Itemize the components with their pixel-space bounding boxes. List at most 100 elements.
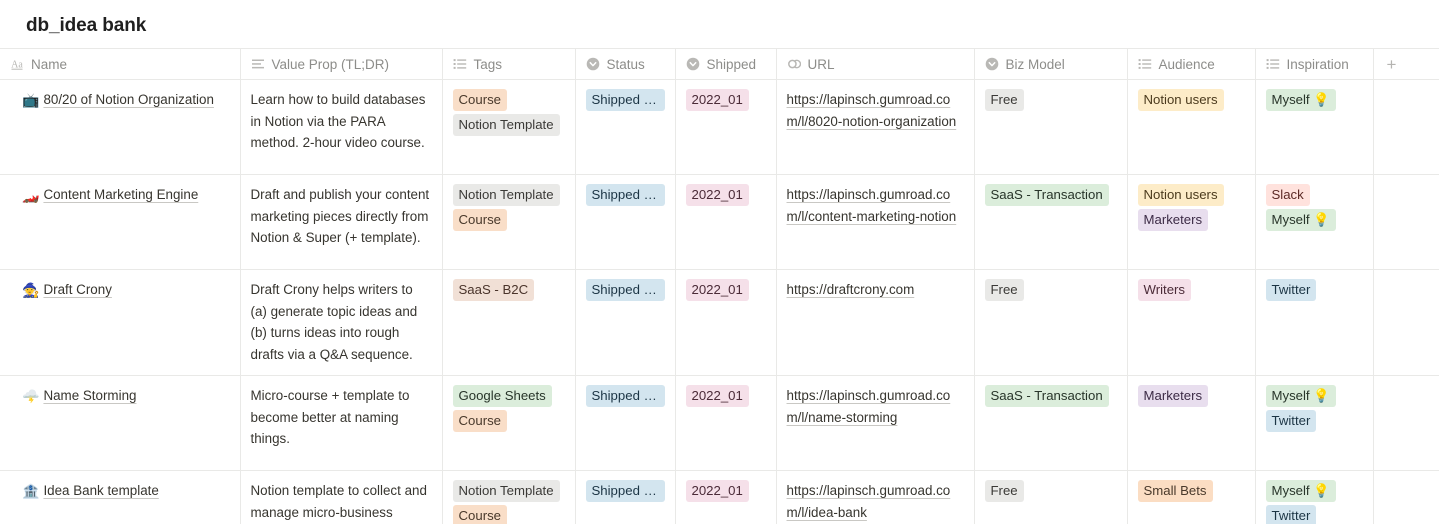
- pill-tag[interactable]: 2022_01: [686, 89, 749, 111]
- cell-audience[interactable]: Marketers: [1127, 376, 1255, 471]
- cell-shipped[interactable]: 2022_01: [675, 175, 776, 270]
- pill-tag[interactable]: Slack: [1266, 184, 1310, 206]
- cell-status[interactable]: Shipped 🚢: [576, 80, 675, 174]
- cell-shipped[interactable]: 2022_01: [676, 80, 776, 174]
- table-row[interactable]: 🌩️Name StormingMicro-course + template t…: [0, 376, 1439, 471]
- pill-tag[interactable]: Writers: [1138, 279, 1192, 301]
- cell-url[interactable]: https://lapinsch.gumroad.com/l/content-m…: [776, 175, 974, 270]
- cell-url[interactable]: https://draftcrony.com: [776, 270, 974, 376]
- pill-tag[interactable]: Free: [985, 89, 1024, 111]
- cell-url[interactable]: https://lapinsch.gumroad.com/l/name-stor…: [776, 376, 974, 471]
- pill-tag[interactable]: Myself 💡: [1266, 480, 1336, 502]
- cell-url[interactable]: https://lapinsch.gumroad.com/l/idea-bank: [776, 471, 974, 524]
- cell-inspiration[interactable]: Myself 💡: [1255, 80, 1373, 175]
- cell-status[interactable]: Shipped 🚢: [576, 175, 675, 251]
- cell-audience[interactable]: Marketers: [1128, 376, 1255, 452]
- pill-tag[interactable]: Free: [985, 480, 1024, 502]
- row-name-link[interactable]: Idea Bank template: [43, 483, 158, 498]
- pill-tag[interactable]: 2022_01: [686, 480, 749, 502]
- cell-status[interactable]: Shipped 🚢: [575, 80, 675, 175]
- column-header-audience[interactable]: Audience: [1127, 49, 1255, 80]
- pill-tag[interactable]: SaaS - Transaction: [985, 184, 1109, 206]
- pill-tag[interactable]: Course: [453, 505, 508, 524]
- url-link[interactable]: https://lapinsch.gumroad.com/l/content-m…: [787, 187, 957, 224]
- cell-tags[interactable]: Notion TemplateCourse: [442, 471, 575, 524]
- column-header-url[interactable]: URL: [776, 49, 974, 80]
- pill-tag[interactable]: Notion Template: [453, 114, 560, 136]
- pill-tag[interactable]: Twitter: [1266, 279, 1317, 301]
- cell-status[interactable]: Shipped 🚢: [575, 376, 675, 471]
- cell-status[interactable]: Shipped 🚢: [575, 270, 675, 376]
- cell-status[interactable]: Shipped 🚢: [576, 376, 675, 452]
- pill-tag[interactable]: Notion Template: [453, 184, 560, 206]
- cell-name[interactable]: 🏎️Content Marketing Engine: [0, 175, 240, 270]
- pill-tag[interactable]: 2022_01: [686, 184, 749, 206]
- cell-audience[interactable]: Notion users: [1128, 80, 1255, 174]
- cell-name[interactable]: 🌩️Name Storming: [0, 376, 240, 471]
- cell-value-prop[interactable]: Learn how to build databases in Notion v…: [240, 80, 442, 175]
- cell-status[interactable]: Shipped 🚢: [576, 471, 675, 524]
- cell-biz_model[interactable]: SaaS - Transaction: [974, 376, 1127, 471]
- table-row[interactable]: 🧙Draft CronyDraft Crony helps writers to…: [0, 270, 1439, 376]
- cell-name[interactable]: 🏦Idea Bank template: [0, 471, 240, 524]
- cell-tags[interactable]: Notion TemplateCourse: [443, 471, 575, 524]
- table-row[interactable]: 🏎️Content Marketing EngineDraft and publ…: [0, 175, 1439, 270]
- cell-biz_model[interactable]: SaaS - Transaction: [975, 175, 1127, 251]
- cell-shipped[interactable]: 2022_01: [675, 80, 776, 175]
- pill-tag[interactable]: Marketers: [1138, 209, 1209, 231]
- cell-inspiration[interactable]: Myself 💡Twitter: [1256, 471, 1373, 524]
- pill-tag[interactable]: SaaS - B2C: [453, 279, 535, 301]
- row-name-link[interactable]: Draft Crony: [43, 282, 111, 297]
- cell-inspiration[interactable]: SlackMyself 💡: [1255, 175, 1373, 270]
- column-header-inspiration[interactable]: Inspiration: [1255, 49, 1373, 80]
- cell-audience[interactable]: Notion users Marketers: [1127, 175, 1255, 270]
- cell-shipped[interactable]: 2022_01: [676, 175, 776, 251]
- cell-shipped[interactable]: 2022_01: [676, 376, 776, 452]
- cell-biz_model[interactable]: Free: [974, 270, 1127, 376]
- pill-tag[interactable]: Marketers: [1138, 385, 1209, 407]
- cell-audience[interactable]: Writers: [1128, 270, 1255, 346]
- column-header-name[interactable]: AaName: [0, 49, 240, 80]
- table-row[interactable]: 🏦Idea Bank templateNotion template to co…: [0, 471, 1439, 524]
- cell-biz_model[interactable]: Free: [975, 471, 1127, 524]
- pill-tag[interactable]: Free: [985, 279, 1024, 301]
- pill-tag[interactable]: Myself 💡: [1266, 89, 1336, 111]
- column-header-biz_model[interactable]: Biz Model: [974, 49, 1127, 80]
- cell-inspiration[interactable]: Myself 💡 Twitter: [1255, 376, 1373, 471]
- cell-status[interactable]: Shipped 🚢: [575, 471, 675, 524]
- cell-audience[interactable]: Writers: [1127, 270, 1255, 376]
- cell-audience[interactable]: Notion users Marketers: [1128, 175, 1255, 251]
- cell-shipped[interactable]: 2022_01: [675, 270, 776, 376]
- pill-tag[interactable]: Shipped 🚢: [586, 89, 665, 111]
- pill-tag[interactable]: Shipped 🚢: [586, 184, 665, 206]
- pill-tag[interactable]: Notion users: [1138, 184, 1224, 206]
- cell-tags[interactable]: Google SheetsCourse: [443, 376, 575, 452]
- cell-inspiration[interactable]: Myself 💡 Twitter: [1256, 376, 1373, 452]
- cell-inspiration[interactable]: Myself 💡Twitter: [1255, 471, 1373, 524]
- cell-tags[interactable]: Notion TemplateCourse: [442, 175, 575, 270]
- pill-tag[interactable]: SaaS - Transaction: [985, 385, 1109, 407]
- column-header-value_prop[interactable]: Value Prop (TL;DR): [240, 49, 442, 80]
- pill-tag[interactable]: Twitter: [1266, 410, 1317, 432]
- cell-name[interactable]: 🧙Draft Crony: [0, 270, 240, 376]
- pill-tag[interactable]: Notion users: [1138, 89, 1224, 111]
- cell-tags[interactable]: SaaS - B2C: [443, 270, 575, 346]
- pill-tag[interactable]: Small Bets: [1138, 480, 1213, 502]
- cell-status[interactable]: Shipped 🚢: [576, 270, 675, 346]
- cell-tags[interactable]: Course Notion Template: [442, 80, 575, 175]
- pill-tag[interactable]: Course: [453, 89, 508, 111]
- url-link[interactable]: https://lapinsch.gumroad.com/l/name-stor…: [787, 388, 951, 425]
- cell-tags[interactable]: Google SheetsCourse: [442, 376, 575, 471]
- pill-tag[interactable]: Myself 💡: [1266, 385, 1336, 407]
- cell-shipped[interactable]: 2022_01: [675, 471, 776, 524]
- add-column-button[interactable]: +: [1373, 49, 1439, 80]
- cell-audience[interactable]: Small Bets: [1128, 471, 1255, 524]
- cell-biz_model[interactable]: SaaS - Transaction: [974, 175, 1127, 270]
- cell-url[interactable]: https://lapinsch.gumroad.com/l/8020-noti…: [776, 80, 974, 175]
- cell-value-prop[interactable]: Micro-course + template to become better…: [240, 376, 442, 471]
- url-link[interactable]: https://lapinsch.gumroad.com/l/8020-noti…: [787, 92, 957, 129]
- column-header-shipped[interactable]: Shipped: [675, 49, 776, 80]
- pill-tag[interactable]: Course: [453, 410, 508, 432]
- pill-tag[interactable]: 2022_01: [686, 385, 749, 407]
- row-name-link[interactable]: 80/20 of Notion Organization: [43, 92, 213, 107]
